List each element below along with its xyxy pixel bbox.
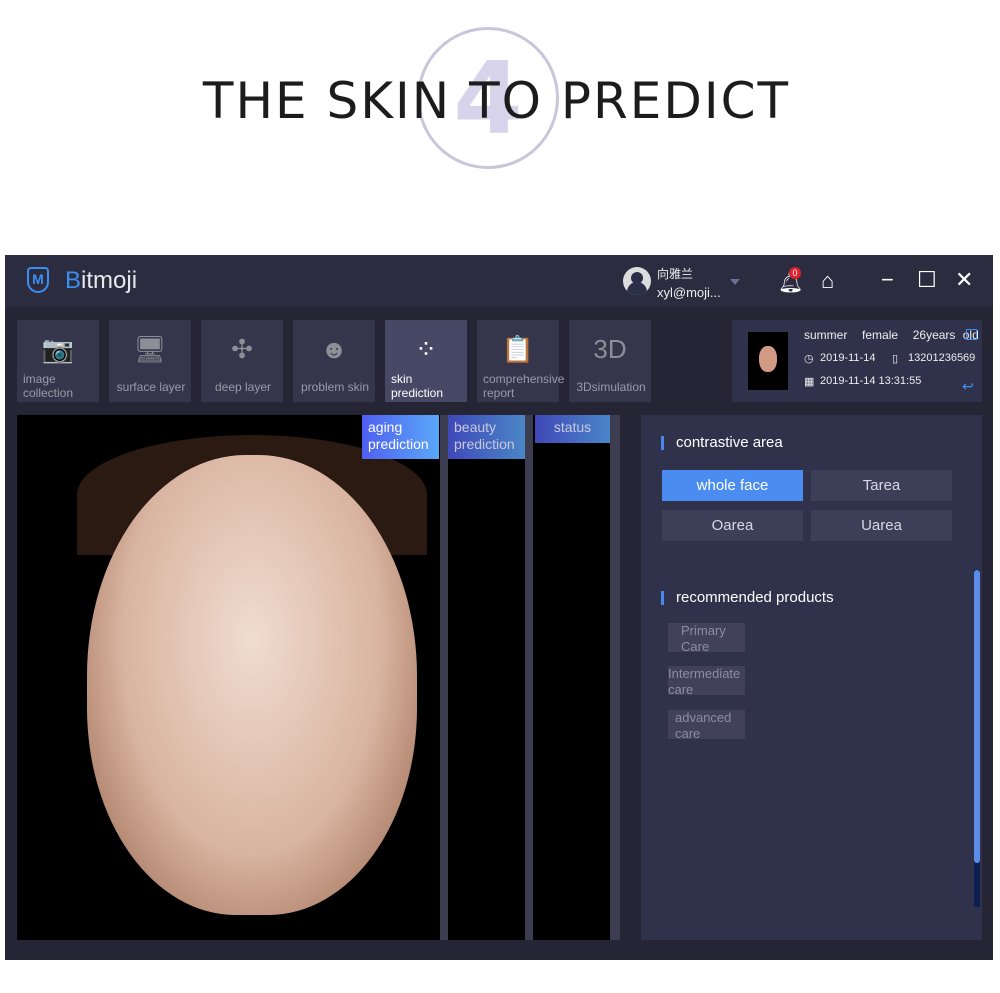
analysis-panel: contrastive area whole face Tarea Oarea …: [641, 415, 982, 940]
home-icon[interactable]: ⌂: [821, 268, 834, 294]
chevron-down-icon[interactable]: [730, 279, 740, 290]
whole-face-button[interactable]: whole face: [662, 470, 803, 501]
panel-bg: [534, 415, 619, 940]
client-date: 2019-11-14: [820, 352, 876, 364]
contrastive-area-title: contrastive area: [661, 435, 783, 450]
minimize-button[interactable]: −: [881, 267, 894, 293]
user-name: 向雅兰: [657, 267, 694, 281]
tab-3dsimulation[interactable]: 3D 3Dsimulation: [569, 320, 651, 402]
client-summary: summer female 26years old: [804, 328, 979, 342]
product-advanced-care[interactable]: advanced care: [668, 710, 745, 739]
client-thumbnail: [748, 332, 788, 390]
client-datetime: 2019-11-14 13:31:55: [820, 375, 922, 387]
clock-icon: ◷: [804, 353, 814, 365]
tab-label: surface layer: [116, 380, 186, 394]
tab-label: 3Dsimulation: [576, 380, 646, 394]
tab-problem-skin[interactable]: ☻ problem skin: [293, 320, 375, 402]
uarea-button[interactable]: Uarea: [811, 510, 952, 541]
tarea-button[interactable]: Tarea: [811, 470, 952, 501]
phone-icon: ▯: [892, 353, 899, 365]
avatar[interactable]: [623, 267, 651, 295]
mask-icon: ☻: [320, 334, 348, 364]
product-primary-care[interactable]: Primary Care: [668, 623, 745, 652]
tab-label: skin prediction: [391, 372, 444, 400]
client-phone: 13201236569: [908, 352, 976, 364]
app-name: Bitmoji: [65, 267, 138, 294]
tab-beauty-prediction[interactable]: beauty prediction: [448, 415, 525, 459]
3d-icon: 3D: [593, 334, 627, 364]
page-title: THE SKIN TO PREDICT: [202, 72, 791, 130]
molecule-icon: ✣: [231, 334, 253, 364]
divider[interactable]: [440, 415, 448, 940]
monitor-icon: 🖥: [133, 334, 167, 364]
tab-label: problem skin: [300, 380, 370, 394]
tab-label: deep layer: [214, 380, 272, 394]
face-photo: [87, 455, 417, 915]
divider[interactable]: [610, 415, 620, 940]
oarea-button[interactable]: Oarea: [662, 510, 803, 541]
calendar-icon: ▦: [804, 376, 815, 388]
tab-image-collection[interactable]: 📷 image collection: [17, 320, 99, 402]
edit-icon[interactable]: [966, 329, 977, 340]
recommended-products-title: recommended products: [661, 590, 834, 605]
close-button[interactable]: ✕: [955, 267, 973, 293]
tab-aging-prediction[interactable]: aging prediction: [362, 415, 439, 459]
title-bar: M Bitmoji 向雅兰 xyl@moji... 🔔︎ 0 ⌂ − ☐ ✕: [5, 255, 993, 307]
clipboard-chart-icon: 📋: [501, 334, 535, 364]
tab-comprehensive-report[interactable]: 📋 comprehensive report: [477, 320, 565, 402]
tab-status[interactable]: status: [535, 415, 610, 443]
scrollbar-thumb[interactable]: [974, 570, 980, 863]
maximize-button[interactable]: ☐: [917, 267, 937, 293]
bubbles-icon: ⁘: [415, 334, 437, 364]
panel-bg: [449, 415, 534, 940]
logo-icon: M: [27, 267, 49, 293]
divider[interactable]: [525, 415, 533, 940]
camera-icon: 📷: [41, 334, 75, 364]
face-image-view: aging prediction beauty prediction statu…: [17, 415, 620, 940]
tab-surface-layer[interactable]: 🖥 surface layer: [109, 320, 191, 402]
tab-label: comprehensive report: [483, 372, 565, 400]
product-intermediate-care[interactable]: Intermediate care: [668, 666, 745, 695]
back-icon[interactable]: ↩: [962, 378, 974, 395]
tab-deep-layer[interactable]: ✣ deep layer: [201, 320, 283, 402]
notification-badge: 0: [789, 267, 801, 279]
app-window: M Bitmoji 向雅兰 xyl@moji... 🔔︎ 0 ⌂ − ☐ ✕ 📷…: [5, 255, 993, 960]
tab-label: image collection: [23, 372, 74, 400]
tab-skin-prediction[interactable]: ⁘ skin prediction: [385, 320, 467, 402]
client-info-card: summer female 26years old ◷ 2019-11-14 ▯…: [732, 320, 982, 402]
user-email: xyl@moji...: [657, 285, 721, 300]
